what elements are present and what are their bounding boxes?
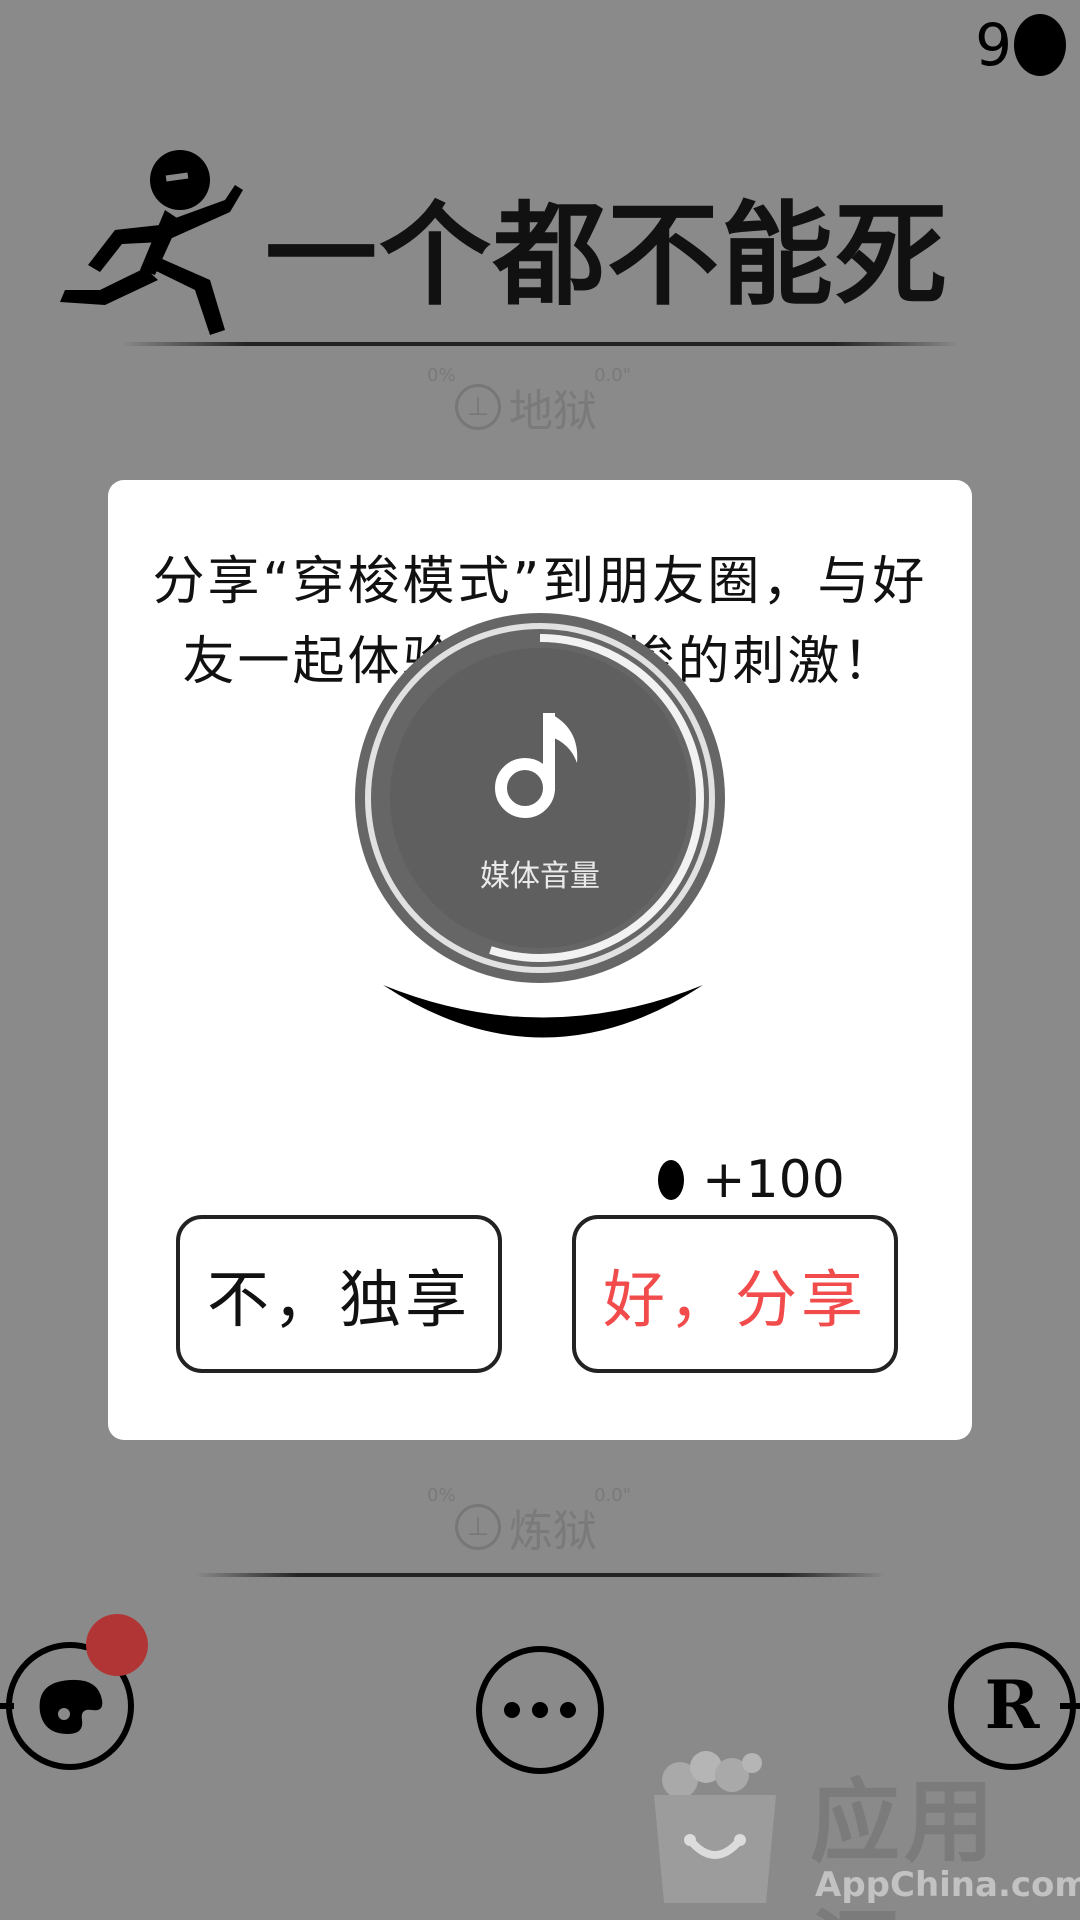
right-edge-line bbox=[1060, 1703, 1080, 1709]
lock-icon: ⊥ bbox=[455, 1504, 501, 1550]
title-divider bbox=[120, 342, 960, 346]
mode-hell-label: 地狱 bbox=[509, 386, 597, 437]
coin-counter: 9 bbox=[975, 14, 1066, 76]
mode-purgatory[interactable]: 0% ⊥ 炼狱 0.0" bbox=[427, 1485, 631, 1559]
mode-purgatory-score: 0.0" bbox=[594, 1485, 631, 1506]
mode-hell-score: 0.0" bbox=[594, 365, 631, 386]
mode-hell-percent: 0% bbox=[427, 365, 456, 386]
reward-badge: +100 bbox=[658, 1150, 845, 1210]
mode-purgatory-percent: 0% bbox=[427, 1485, 456, 1506]
share-button[interactable]: 好，分享 bbox=[572, 1215, 898, 1373]
game-title: 一个都不能死 bbox=[265, 191, 949, 321]
mode-hell[interactable]: 0% ⊥ 地狱 0.0" bbox=[427, 365, 631, 439]
bottom-divider bbox=[195, 1573, 885, 1577]
volume-label: 媒体音量 bbox=[480, 859, 600, 894]
game-logo: 一个都不能死 bbox=[60, 140, 960, 350]
coin-icon bbox=[1014, 14, 1066, 76]
mode-purgatory-label: 炼狱 bbox=[509, 1506, 597, 1557]
reward-amount: +100 bbox=[702, 1150, 845, 1210]
r-letter-icon: R bbox=[984, 1666, 1040, 1744]
music-note-icon bbox=[495, 713, 578, 818]
shopping-bag-icon bbox=[654, 1751, 776, 1903]
more-button[interactable] bbox=[476, 1646, 604, 1774]
game-screen: 9 一个都不能死 0% ⊥ 地狱 0.0" 0% ⊥ 炼狱 0.0" 分享“穿梭… bbox=[0, 0, 1080, 1920]
coin-icon bbox=[658, 1160, 684, 1200]
volume-overlay: 媒体音量 bbox=[355, 613, 725, 983]
more-icon bbox=[482, 1702, 598, 1718]
appchina-watermark: 应用汇 AppChina.com bbox=[640, 1745, 1080, 1920]
lock-icon: ⊥ bbox=[455, 384, 501, 430]
decline-button[interactable]: 不，独享 bbox=[176, 1215, 502, 1373]
coin-count: 9 bbox=[975, 11, 1012, 79]
watermark-subtitle: AppChina.com bbox=[815, 1865, 1080, 1905]
notification-badge bbox=[86, 1614, 148, 1676]
smile-face-icon bbox=[383, 985, 703, 1038]
running-man-icon bbox=[60, 150, 243, 335]
